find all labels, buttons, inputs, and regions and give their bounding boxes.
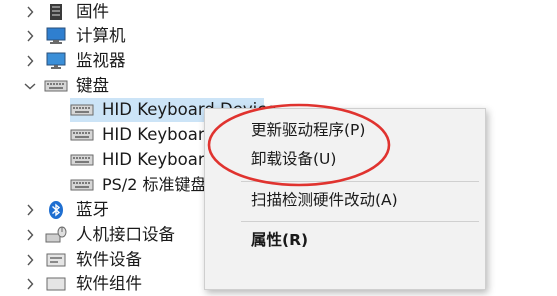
bluetooth-icon [44, 200, 68, 220]
tree-item-label: 蓝牙 [76, 200, 109, 219]
tree-item-software-devices[interactable]: 软件设备 [0, 248, 204, 272]
tree-item-label: 人机接口设备 [76, 225, 175, 244]
menu-item-scan-hardware-changes[interactable]: 扫描检测硬件改动(A) [251, 189, 398, 211]
monitor-icon [44, 51, 68, 71]
tree-item-label: 监视器 [76, 51, 126, 70]
tree-item-firmware[interactable]: 固件 [0, 0, 557, 24]
tree-item-software-components[interactable]: 软件组件 [0, 272, 204, 296]
tree-item-ps2-keyboard[interactable]: PS/2 标准键盘 [70, 173, 210, 197]
tree-item-label: HID Keyboard Device [102, 150, 210, 169]
keyboard-icon [70, 150, 94, 170]
keyboard-icon [70, 100, 94, 120]
software-device-icon [44, 250, 68, 270]
chevron-right-icon[interactable] [24, 248, 36, 272]
tree-item-label: HID Keyboard Device [102, 125, 210, 144]
tree-item-hid-keyboard[interactable]: HID Keyboard Device [70, 123, 210, 147]
keyboard-icon [70, 125, 94, 145]
tree-item-keyboards[interactable]: 键盘 [0, 74, 557, 98]
tree-item-label: 软件设备 [76, 250, 142, 269]
chevron-right-icon[interactable] [24, 223, 36, 247]
menu-item-update-driver[interactable]: 更新驱动程序(P) [251, 119, 365, 141]
chevron-right-icon[interactable] [24, 0, 36, 24]
tree-item-bluetooth[interactable]: 蓝牙 [0, 198, 204, 222]
tree-item-label: 计算机 [76, 26, 126, 45]
tree-item-hid[interactable]: 人机接口设备 [0, 223, 204, 247]
context-menu: 更新驱动程序(P) 卸载设备(U) 扫描检测硬件改动(A) 属性(R) [204, 108, 486, 290]
chevron-right-icon[interactable] [24, 49, 36, 73]
keyboard-icon [70, 175, 94, 195]
tree-item-hid-keyboard[interactable]: HID Keyboard Device [70, 148, 210, 172]
tree-item-label: PS/2 标准键盘 [102, 175, 207, 194]
menu-separator [241, 181, 479, 182]
chevron-right-icon[interactable] [24, 272, 36, 296]
software-component-icon [44, 274, 68, 294]
tree-item-label: 固件 [76, 2, 109, 21]
menu-item-uninstall-device[interactable]: 卸载设备(U) [251, 148, 336, 170]
hid-icon [44, 225, 68, 245]
chevron-down-icon[interactable] [24, 74, 36, 98]
chevron-right-icon[interactable] [24, 24, 36, 48]
computer-icon [44, 26, 68, 46]
tree-item-label: 键盘 [76, 76, 109, 95]
menu-separator [241, 221, 479, 222]
tree-item-monitor[interactable]: 监视器 [0, 49, 557, 73]
tree-item-computer[interactable]: 计算机 [0, 24, 557, 48]
firmware-icon [44, 2, 68, 22]
keyboard-icon [44, 76, 68, 96]
menu-item-properties[interactable]: 属性(R) [251, 229, 308, 251]
chevron-right-icon[interactable] [24, 198, 36, 222]
tree-item-label: 软件组件 [76, 274, 142, 293]
